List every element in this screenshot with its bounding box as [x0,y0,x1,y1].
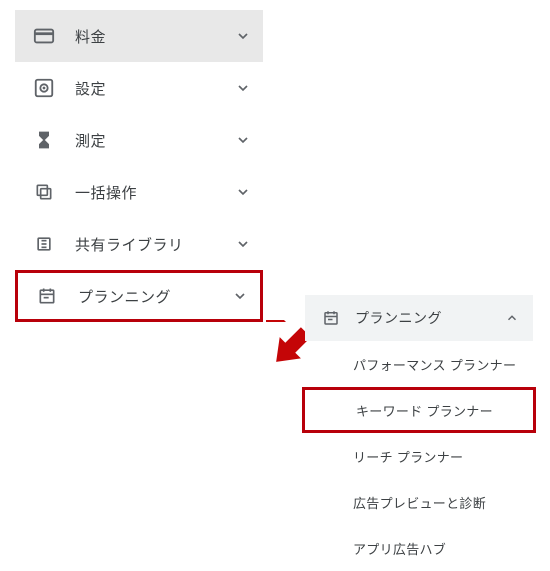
nav-item-settings[interactable]: 設定 [15,62,263,114]
right-panel: プランニング パフォーマンス プランナー キーワード プランナー リーチ プラン… [305,295,533,571]
calendar-icon [36,285,58,307]
nav-item-label: 設定 [75,78,235,99]
submenu-item-label: リーチ プランナー [353,447,463,466]
chevron-down-icon [235,28,251,44]
nav-item-measure[interactable]: 測定 [15,114,263,166]
submenu-item-ad-preview[interactable]: 広告プレビューと診断 [305,479,533,525]
nav-item-planning[interactable]: プランニング [15,270,263,322]
submenu-item-app-ad-hub[interactable]: アプリ広告ハブ [305,525,533,571]
calendar-icon [321,308,341,328]
nav-item-label: プランニング [78,286,232,307]
chevron-down-icon [232,288,248,304]
right-panel-header[interactable]: プランニング [305,295,533,341]
nav-item-label: 共有ライブラリ [75,234,235,255]
chevron-down-icon [235,236,251,252]
hourglass-icon [33,129,55,151]
right-panel-header-label: プランニング [355,308,505,328]
nav-item-shared-library[interactable]: 共有ライブラリ [15,218,263,270]
gear-icon [33,77,55,99]
library-icon [33,233,55,255]
nav-item-label: 測定 [75,130,235,151]
nav-item-label: 料金 [75,26,235,47]
nav-item-label: 一括操作 [75,182,235,203]
chevron-down-icon [235,80,251,96]
left-nav: 料金 設定 測定 一括操作 共有ライブラ [15,10,263,322]
copy-icon [33,181,55,203]
submenu-item-label: キーワード プランナー [356,401,493,420]
submenu-item-label: パフォーマンス プランナー [353,355,516,374]
nav-item-billing[interactable]: 料金 [15,10,263,62]
chevron-down-icon [235,184,251,200]
submenu-item-label: 広告プレビューと診断 [353,493,486,512]
submenu-item-keyword-planner[interactable]: キーワード プランナー [302,387,536,433]
chevron-up-icon [505,311,519,325]
submenu-item-label: アプリ広告ハブ [353,539,446,558]
submenu-item-performance-planner[interactable]: パフォーマンス プランナー [305,341,533,387]
chevron-down-icon [235,132,251,148]
nav-item-bulk[interactable]: 一括操作 [15,166,263,218]
submenu-item-reach-planner[interactable]: リーチ プランナー [305,433,533,479]
credit-card-icon [33,25,55,47]
